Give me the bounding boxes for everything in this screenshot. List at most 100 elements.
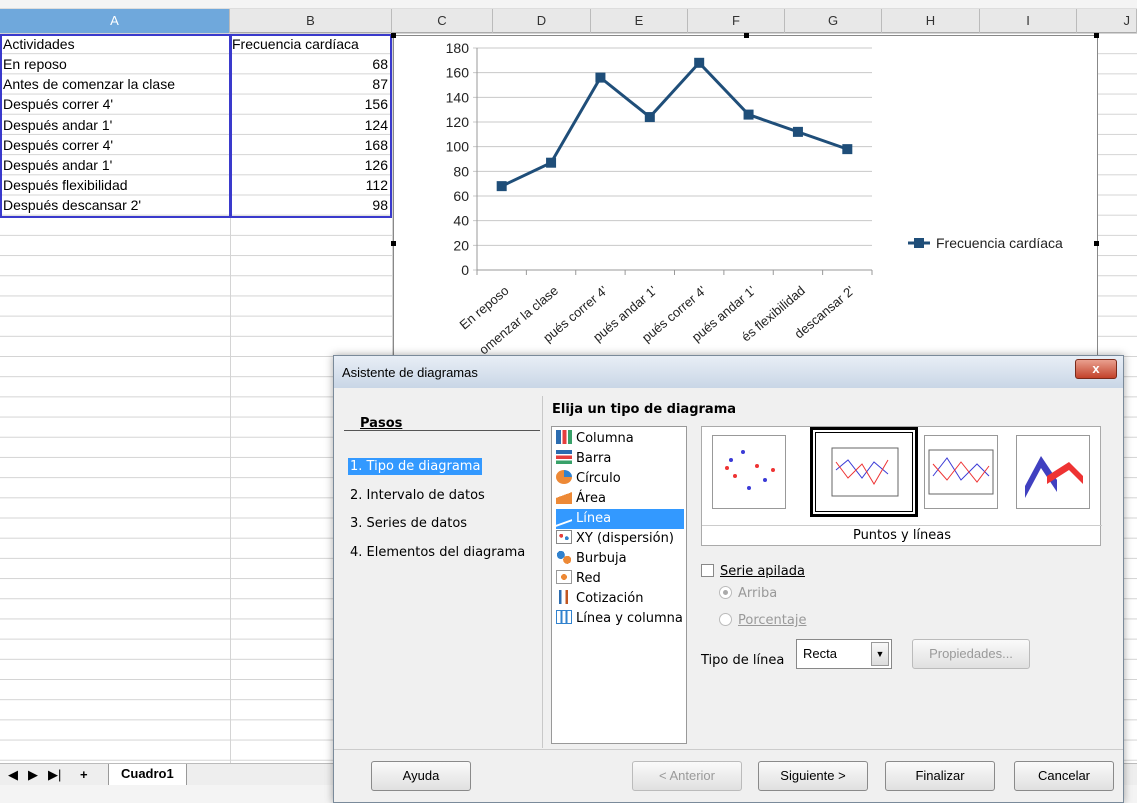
cell-heart-rate[interactable]: 124 — [232, 115, 388, 135]
line-column-chart-icon — [556, 610, 572, 624]
cell-activity[interactable]: Después correr 4' — [3, 94, 229, 114]
type-label: Línea — [576, 511, 612, 526]
percent-label: Porcentaje — [738, 613, 807, 628]
cell-a1[interactable]: Actividades — [3, 34, 229, 54]
type-item-xy[interactable]: XY (dispersión) — [556, 529, 684, 549]
cell-activity[interactable]: Después descansar 2' — [3, 195, 229, 215]
column-chart-icon — [556, 430, 572, 444]
step-chart-elements[interactable]: 4. Elementos del diagrama — [350, 545, 525, 560]
type-item-red[interactable]: Red — [556, 569, 684, 589]
data-point — [842, 144, 853, 155]
next-button[interactable]: Siguiente > — [758, 761, 868, 791]
column-header-g[interactable]: G — [785, 9, 882, 33]
data-point — [546, 157, 557, 168]
steps-panel: Pasos 1. Tipo de diagrama 2. Intervalo d… — [344, 396, 540, 756]
help-button[interactable]: Ayuda — [371, 761, 471, 791]
pie-chart-icon — [556, 470, 572, 484]
back-button[interactable]: < Anterior — [632, 761, 742, 791]
data-point — [644, 112, 655, 123]
type-item-area[interactable]: Área — [556, 489, 684, 509]
type-item-circulo[interactable]: Círculo — [556, 469, 684, 489]
step-data-series[interactable]: 3. Series de datos — [350, 516, 467, 531]
percent-radio[interactable]: Porcentaje — [719, 613, 806, 628]
area-chart-icon — [556, 490, 572, 504]
type-label: Área — [576, 491, 606, 506]
cell-activity[interactable]: Después flexibilidad — [3, 175, 229, 195]
stock-chart-icon — [556, 590, 572, 604]
variant-lines[interactable] — [924, 435, 998, 509]
cell-heart-rate[interactable]: 126 — [232, 155, 388, 175]
cell-activity[interactable]: En reposo — [3, 54, 229, 74]
variant-points-lines[interactable] — [810, 427, 918, 517]
column-header-i[interactable]: I — [980, 9, 1077, 33]
top-radio[interactable]: Arriba — [719, 586, 777, 601]
chart-type-list[interactable]: Columna Barra Círculo Área Línea XY (dis… — [551, 426, 687, 744]
cell-activity[interactable]: Antes de comenzar la clase — [3, 74, 229, 94]
last-sheet-icon[interactable]: ▶| — [48, 766, 61, 784]
step-chart-type[interactable]: 1. Tipo de diagrama — [348, 458, 483, 475]
resize-handle[interactable] — [744, 33, 749, 38]
bubble-chart-icon — [556, 550, 572, 564]
resize-handle[interactable] — [1094, 33, 1099, 38]
legend-label: Frecuencia cardíaca — [936, 235, 1063, 251]
properties-button[interactable]: Propiedades... — [912, 639, 1030, 669]
resize-handle[interactable] — [1094, 241, 1099, 246]
cell-activity[interactable]: Después correr 4' — [3, 135, 229, 155]
stacked-series-checkbox[interactable]: Serie apilada — [701, 564, 805, 579]
column-header-b[interactable]: B — [230, 9, 392, 33]
dialog-title: Asistente de diagramas — [342, 365, 478, 380]
line-type-value: Recta — [803, 646, 837, 661]
points-and-lines-icon — [831, 447, 899, 497]
column-header-d[interactable]: D — [493, 9, 591, 33]
sheet-tab-cuadro1[interactable]: Cuadro1 — [108, 764, 187, 786]
column-header-c[interactable]: C — [392, 9, 493, 33]
cell-heart-rate[interactable]: 87 — [232, 74, 388, 94]
variant-points[interactable] — [712, 435, 786, 509]
column-header-j[interactable]: J — [1077, 9, 1137, 33]
finish-button[interactable]: Finalizar — [885, 761, 995, 791]
resize-handle[interactable] — [391, 241, 396, 246]
add-sheet-icon[interactable]: + — [80, 766, 88, 784]
type-label: Burbuja — [576, 551, 627, 566]
close-button[interactable]: x — [1075, 359, 1117, 379]
resize-handle[interactable] — [391, 33, 396, 38]
step-data-range[interactable]: 2. Intervalo de datos — [350, 488, 485, 503]
cell-heart-rate[interactable]: 68 — [232, 54, 388, 74]
variant-3d-lines[interactable] — [1016, 435, 1090, 509]
line-type-select[interactable]: Recta ▼ — [796, 639, 892, 669]
next-sheet-icon[interactable]: ▶ — [28, 766, 38, 784]
y-tick-label: 80 — [453, 163, 469, 179]
cancel-button[interactable]: Cancelar — [1014, 761, 1114, 791]
top-label: Arriba — [738, 586, 778, 601]
type-label: Círculo — [576, 471, 621, 486]
column-header-a[interactable]: A — [0, 9, 230, 33]
dropdown-arrow-icon[interactable]: ▼ — [871, 642, 889, 666]
line-chart[interactable]: 0 20 40 60 80 100 120 140 160 180 En reposo omenzar… — [391, 33, 1099, 380]
type-item-barra[interactable]: Barra — [556, 449, 684, 469]
data-point — [496, 181, 507, 192]
cell-b1[interactable]: Frecuencia cardíaca — [232, 34, 390, 54]
type-label: Cotización — [576, 591, 644, 606]
cell-heart-rate[interactable]: 112 — [232, 175, 388, 195]
column-header-f[interactable]: F — [688, 9, 785, 33]
data-point — [595, 72, 606, 83]
cell-heart-rate[interactable]: 156 — [232, 94, 388, 114]
cell-heart-rate[interactable]: 168 — [232, 135, 388, 155]
y-tick-label: 160 — [446, 65, 470, 81]
toolbar-strip — [0, 0, 1137, 9]
type-item-linea[interactable]: Línea — [556, 507, 684, 529]
3d-lines-icon — [1025, 456, 1083, 498]
column-header-h[interactable]: H — [882, 9, 980, 33]
cell-activity[interactable]: Después andar 1' — [3, 155, 229, 175]
type-item-cotizacion[interactable]: Cotización — [556, 589, 684, 609]
line-type-label: Tipo de línea — [701, 653, 785, 668]
cell-activity[interactable]: Después andar 1' — [3, 115, 229, 135]
type-item-linea-columna[interactable]: Línea y columna — [556, 609, 684, 629]
type-label: XY (dispersión) — [576, 531, 674, 546]
column-header-e[interactable]: E — [591, 9, 688, 33]
type-item-burbuja[interactable]: Burbuja — [556, 549, 684, 569]
type-label: Línea y columna — [576, 611, 683, 626]
first-sheet-icon[interactable]: ◀ — [8, 766, 18, 784]
cell-heart-rate[interactable]: 98 — [232, 195, 388, 215]
type-item-columna[interactable]: Columna — [556, 429, 684, 449]
